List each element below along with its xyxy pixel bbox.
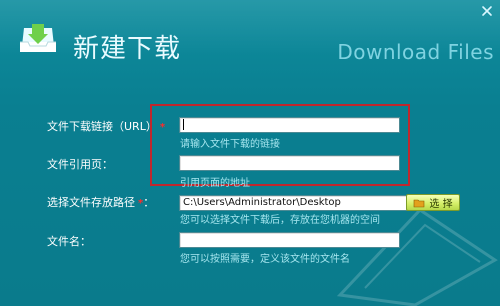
path-hint: 您可以选择文件下载后，存放在您机器的空间 (180, 215, 380, 226)
filename-input[interactable] (179, 232, 400, 248)
path-label-text: 选择文件存放路径 (47, 196, 135, 209)
ref-hint: 引用页面的地址 (180, 178, 250, 189)
text-caret (183, 118, 184, 130)
close-icon (482, 6, 492, 16)
url-label-text: 文件下载链接（URL） (47, 120, 157, 133)
filename-hint: 您可以按照需要，定义该文件的文件名 (180, 254, 350, 265)
url-label: 文件下载链接（URL） * (47, 118, 165, 134)
path-label-colon: ： (143, 196, 155, 209)
folder-icon (414, 199, 425, 207)
new-download-dialog: 新建下载 Download Files 文件下载链接（URL） * 请输入文件下载… (0, 0, 500, 306)
dialog-subtitle: Download Files (337, 40, 494, 64)
select-path-button-label: 选 择 (429, 199, 453, 210)
ref-label: 文件引用页： (47, 158, 113, 171)
path-label: 选择文件存放路径 *： (47, 194, 154, 210)
required-marker: * (159, 122, 166, 133)
filename-label: 文件名： (47, 235, 91, 248)
path-input-value: C:\Users\Administrator\Desktop (183, 197, 341, 208)
dialog-title: 新建下载 (73, 34, 182, 64)
ref-input[interactable] (179, 155, 400, 171)
select-path-button[interactable]: 选 择 (406, 194, 460, 211)
download-tray-icon (20, 24, 56, 52)
path-input[interactable]: C:\Users\Administrator\Desktop (179, 195, 408, 211)
url-input[interactable] (179, 117, 400, 133)
close-button[interactable] (478, 2, 496, 20)
url-hint: 请输入文件下载的链接 (180, 139, 280, 150)
